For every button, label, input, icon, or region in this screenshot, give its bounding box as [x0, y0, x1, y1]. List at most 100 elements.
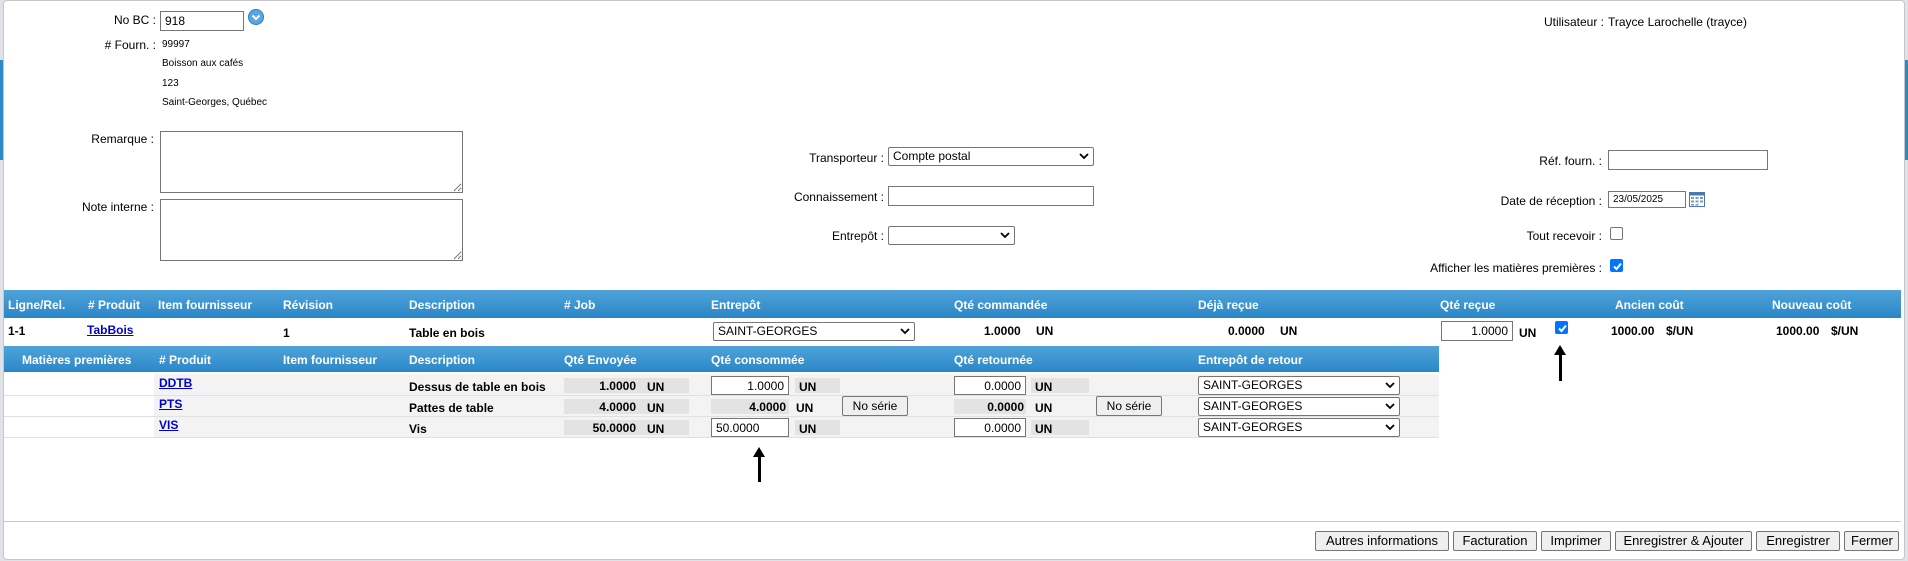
material-description: Pattes de table: [409, 401, 494, 415]
material-retournee-input[interactable]: [954, 418, 1026, 437]
row-qte-recue-unit: UN: [1519, 326, 1537, 340]
fourn-address1: 123: [162, 78, 179, 89]
reception-panel: No BC : # Fourn. : 99997 Boisson aux caf…: [3, 0, 1905, 560]
th-ancien-cout: Ancien coût: [1615, 298, 1684, 312]
chevron-down-icon: [1385, 382, 1395, 389]
material-retournee-input[interactable]: [954, 376, 1026, 395]
material-envoyee: 1.0000: [599, 379, 636, 393]
sub-th-qte-retournee: Qté retournée: [954, 353, 1033, 367]
chevron-down-icon: [1079, 153, 1089, 160]
row-receive-checkbox[interactable]: [1555, 321, 1568, 334]
note-interne-label: Note interne :: [81, 200, 154, 214]
material-consommee-input[interactable]: [711, 376, 789, 395]
calendar-icon[interactable]: [1689, 192, 1705, 207]
material-entrepot-select[interactable]: SAINT-GEORGES: [1198, 376, 1400, 395]
material-entrepot-value: SAINT-GEORGES: [1203, 420, 1303, 434]
entrepot-select[interactable]: [888, 226, 1015, 245]
chevron-down-icon: [1000, 232, 1010, 239]
material-produit-link[interactable]: VIS: [159, 418, 178, 432]
row-divider: [4, 437, 1439, 438]
row-revision: 1: [283, 326, 290, 340]
serie-button[interactable]: No série: [1096, 396, 1162, 416]
material-consommee: 4.0000: [749, 400, 786, 414]
row-deja-recue-unit: UN: [1280, 324, 1298, 338]
chevron-down-circle-icon[interactable]: [248, 9, 264, 25]
row-qte-commandee: 1.0000: [984, 324, 1021, 338]
row-deja-recue: 0.0000: [1228, 324, 1265, 338]
material-entrepot-value: SAINT-GEORGES: [1203, 399, 1303, 413]
th-nouveau-cout: Nouveau coût: [1772, 298, 1852, 312]
ref-fourn-label: Réf. fourn. :: [1539, 154, 1602, 168]
chevron-down-icon: [1385, 424, 1395, 431]
connaissement-label: Connaissement :: [793, 190, 884, 204]
row-ancien-cout-unit: $/UN: [1666, 324, 1694, 338]
tout-recevoir-checkbox[interactable]: [1610, 227, 1623, 240]
material-produit-link[interactable]: PTS: [159, 397, 182, 411]
material-consommee-unit: UN: [796, 401, 814, 415]
row-ancien-cout: 1000.00: [1611, 324, 1655, 338]
material-envoyee-unit: UN: [647, 422, 665, 436]
material-envoyee: 50.0000: [592, 421, 636, 435]
th-description: Description: [409, 298, 476, 312]
material-produit-link[interactable]: DDTB: [159, 376, 192, 390]
material-retournee: 0.0000: [987, 400, 1024, 414]
serie-button[interactable]: No série: [842, 396, 908, 416]
th-qte-recue: Qté reçue: [1440, 298, 1496, 312]
chevron-down-icon: [1385, 403, 1395, 410]
remarque-textarea[interactable]: [160, 131, 463, 193]
material-consommee-unit: UN: [799, 422, 817, 436]
row-entrepot-select[interactable]: SAINT-GEORGES: [713, 322, 915, 341]
user-label: Utilisateur :: [1543, 15, 1604, 29]
date-reception-input[interactable]: [1608, 191, 1686, 208]
sub-th-produit: # Produit: [159, 353, 212, 367]
fourn-address2: Saint-Georges, Québec: [162, 97, 268, 108]
sub-th-matieres: Matières premières: [22, 353, 132, 367]
enregistrer-ajouter-button[interactable]: Enregistrer & Ajouter: [1615, 531, 1752, 551]
fermer-button[interactable]: Fermer: [1844, 531, 1899, 551]
material-description: Vis: [409, 422, 427, 436]
material-entrepot-select[interactable]: SAINT-GEORGES: [1198, 397, 1400, 416]
remarque-label: Remarque :: [91, 132, 154, 146]
row-qte-commandee-unit: UN: [1036, 324, 1054, 338]
material-consommee-input[interactable]: [711, 418, 789, 437]
row-nouveau-cout: 1000.00: [1776, 324, 1820, 338]
th-qte-commandee: Qté commandée: [954, 298, 1048, 312]
sub-th-item-fournisseur: Item fournisseur: [283, 353, 378, 367]
material-entrepot-select[interactable]: SAINT-GEORGES: [1198, 418, 1400, 437]
fourn-name: Boisson aux cafés: [162, 58, 244, 69]
enregistrer-button[interactable]: Enregistrer: [1756, 531, 1840, 551]
transporteur-select[interactable]: Compte postal: [888, 147, 1094, 166]
row-description: Table en bois: [409, 326, 485, 340]
th-ligne: Ligne/Rel.: [8, 298, 66, 312]
material-consommee-unit: UN: [799, 380, 817, 394]
row-entrepot-value: SAINT-GEORGES: [718, 324, 818, 338]
afficher-matieres-label: Afficher les matières premières :: [1430, 261, 1602, 275]
material-envoyee-unit: UN: [647, 401, 665, 415]
th-revision: Révision: [283, 298, 334, 312]
entrepot-label: Entrepôt :: [831, 229, 884, 243]
th-item-fournisseur: Item fournisseur: [158, 298, 253, 312]
sub-th-entrepot-retour: Entrepôt de retour: [1198, 353, 1303, 367]
arrow-up-icon-shaft: [1559, 354, 1562, 381]
connaissement-input[interactable]: [888, 186, 1094, 206]
no-bc-label: No BC :: [113, 13, 156, 27]
user-value: Trayce Larochelle (trayce): [1608, 15, 1747, 29]
row-nouveau-cout-unit: $/UN: [1831, 324, 1859, 338]
sub-th-qte-envoyee: Qté Envoyée: [564, 353, 637, 367]
row-produit-link[interactable]: TabBois: [87, 323, 133, 337]
note-interne-textarea[interactable]: [160, 199, 463, 261]
row-qte-recue-input[interactable]: [1441, 321, 1513, 341]
chevron-down-icon: [900, 328, 910, 335]
tout-recevoir-label: Tout recevoir :: [1526, 229, 1602, 243]
facturation-button[interactable]: Facturation: [1453, 531, 1537, 551]
no-bc-input[interactable]: [160, 11, 244, 31]
afficher-matieres-checkbox[interactable]: [1610, 259, 1623, 272]
material-envoyee-unit: UN: [647, 380, 665, 394]
autres-informations-button[interactable]: Autres informations: [1315, 531, 1449, 551]
imprimer-button[interactable]: Imprimer: [1541, 531, 1611, 551]
sub-th-qte-consommee: Qté consommée: [711, 353, 805, 367]
row-divider: [4, 395, 1439, 396]
material-description: Dessus de table en bois: [409, 380, 546, 394]
date-reception-label: Date de réception :: [1500, 194, 1602, 208]
ref-fourn-input[interactable]: [1608, 150, 1768, 170]
